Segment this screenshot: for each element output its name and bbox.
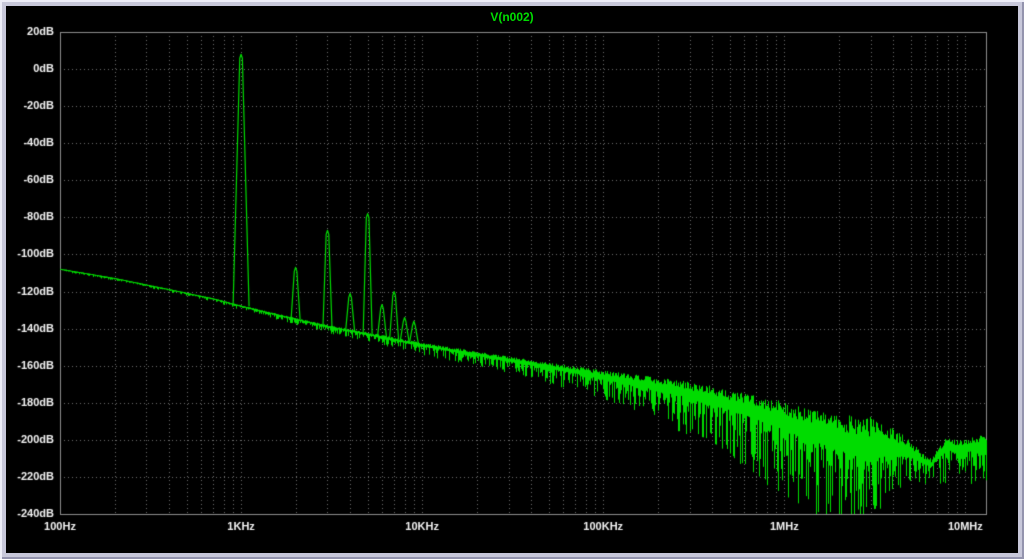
- plot-window-frame: V(n002): [0, 0, 1024, 559]
- plot-background: V(n002): [6, 6, 1018, 553]
- trace-label[interactable]: V(n002): [6, 10, 1018, 24]
- fft-plot-canvas[interactable]: [6, 6, 1018, 553]
